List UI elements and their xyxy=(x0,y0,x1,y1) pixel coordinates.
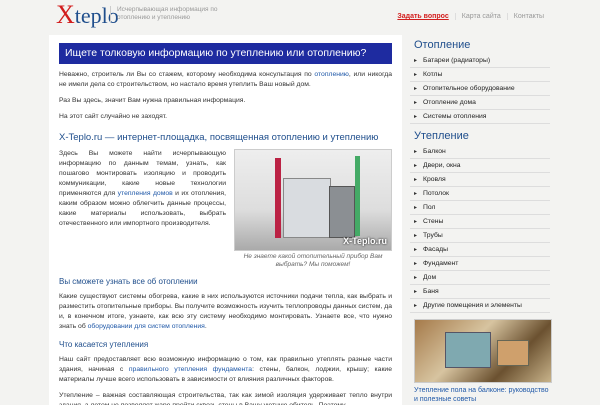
heating-menu-item[interactable]: ▸ Батареи (радиаторы) xyxy=(410,54,550,68)
arrow-right-icon: ▸ xyxy=(414,85,418,92)
arrow-right-icon: ▸ xyxy=(414,148,418,155)
arrow-right-icon: ▸ xyxy=(414,113,418,120)
boiler-photo[interactable]: X-Teplo.ru xyxy=(234,149,392,251)
arrow-right-icon: ▸ xyxy=(414,176,418,183)
insulation-menu-item-label: Двери, окна xyxy=(423,161,461,169)
promo-photo[interactable] xyxy=(414,319,552,383)
house-insulation-link[interactable]: утепления домов xyxy=(118,190,173,197)
heating-menu-item[interactable]: ▸ Отопительное оборудование xyxy=(410,82,550,96)
arrow-right-icon: ▸ xyxy=(414,99,418,106)
nav-sitemap[interactable]: Карта сайта xyxy=(454,13,507,20)
insulation-menu-item[interactable]: ▸ Кровля xyxy=(410,173,550,187)
heating-menu-item[interactable]: ▸ Системы отопления xyxy=(410,110,550,124)
heating-menu-item-label: Отопление дома xyxy=(423,98,476,106)
heating-menu-title: Отопление xyxy=(414,39,471,51)
insulation-menu-item[interactable]: ▸ Балкон xyxy=(410,145,550,159)
heating-menu-item-label: Батареи (радиаторы) xyxy=(423,56,491,64)
site-tagline: Исчерпывающая информация по отоплению и … xyxy=(110,6,237,22)
main-content: Ищете толковую информацию по утеплению и… xyxy=(49,35,402,405)
insulation-menu-item[interactable]: ▸ Баня xyxy=(410,285,550,299)
insulation-subheading: Что касается утепления xyxy=(59,340,149,349)
heating-menu: ▸ Батареи (радиаторы) ▸ Котлы ▸ Отопительное … xyxy=(410,54,550,124)
page-banner: Ищете толковую информацию по утеплению и… xyxy=(59,43,392,64)
arrow-right-icon: ▸ xyxy=(414,274,418,281)
insulation-menu-item-label: Баня xyxy=(423,287,439,295)
insulation-menu-item[interactable]: ▸ Фасады xyxy=(410,243,550,257)
arrow-right-icon: ▸ xyxy=(414,57,418,64)
split-section: Здесь Вы можете найти исчерпывающую инфо… xyxy=(59,149,392,269)
insulation-menu-item-label: Пол xyxy=(423,203,436,211)
insulation-menu-item[interactable]: ▸ Дом xyxy=(410,271,550,285)
insulation-menu-item[interactable]: ▸ Трубы xyxy=(410,229,550,243)
insulation-paragraph: Наш сайт предоставляет всю возможную инф… xyxy=(59,356,392,383)
insulation-menu-item-label: Фасады xyxy=(423,245,448,253)
heating-paragraph: Какие существуют системы обогрева, какие… xyxy=(59,293,392,330)
insulation-menu-item[interactable]: ▸ Потолок xyxy=(410,187,550,201)
nav-ask-question[interactable]: Задать вопрос xyxy=(391,13,454,20)
insulation-menu-item-label: Дом xyxy=(423,273,437,281)
intro-paragraph: Неважно, строитель ли Вы со стажем, кото… xyxy=(59,71,392,88)
paragraph-2: Раз Вы здесь, значит Вам нужна правильна… xyxy=(59,97,246,104)
insulation-menu-item[interactable]: ▸ Стены xyxy=(410,215,550,229)
photo-watermark: X-Teplo.ru xyxy=(343,236,387,246)
nav-contacts[interactable]: Контакты xyxy=(506,13,550,20)
insulation-menu-item-label: Стены xyxy=(423,217,444,225)
arrow-right-icon: ▸ xyxy=(414,71,418,78)
arrow-right-icon: ▸ xyxy=(414,302,418,309)
section-heading: X-Teplo.ru — интернет-площадка, посвящен… xyxy=(59,132,379,143)
insulation-menu: ▸ Балкон ▸ Двери, окна ▸ Кровля ▸ Потолок ▸ Пол ▸ С… xyxy=(410,145,550,313)
heating-menu-item-label: Котлы xyxy=(423,70,443,78)
arrow-right-icon: ▸ xyxy=(414,218,418,225)
split-text: Здесь Вы можете найти исчерпывающую инфо… xyxy=(59,150,226,227)
insulation-menu-item-label: Фундамент xyxy=(423,259,459,267)
paragraph-3: На этот сайт случайно не заходят. xyxy=(59,113,168,120)
figure-caption: Не знаете какой отопительный прибор Вам … xyxy=(243,253,383,268)
insulation-menu-item-label: Трубы xyxy=(423,231,443,239)
promo-link[interactable]: Утепление пола на балконе: руководство и… xyxy=(414,386,550,404)
insulation-menu-item-label: Потолок xyxy=(423,189,449,197)
heating-menu-item-label: Системы отопления xyxy=(423,112,487,120)
heating-menu-item-label: Отопительное оборудование xyxy=(423,84,515,92)
arrow-right-icon: ▸ xyxy=(414,260,418,267)
arrow-right-icon: ▸ xyxy=(414,162,418,169)
insulation-menu-item[interactable]: ▸ Фундамент xyxy=(410,257,550,271)
arrow-right-icon: ▸ xyxy=(414,246,418,253)
heating-subheading: Вы сможете узнать все об отоплении xyxy=(59,277,198,286)
heating-equipment-link[interactable]: оборудовании для систем отопления xyxy=(88,323,205,330)
insulation-menu-item-label: Другие помещения и элементы xyxy=(423,301,522,309)
arrow-right-icon: ▸ xyxy=(414,232,418,239)
top-nav: Задать вопрос Карта сайта Контакты xyxy=(391,13,550,20)
heating-link[interactable]: отоплению xyxy=(314,71,349,78)
foundation-insulation-link[interactable]: правильного утепления фундамента xyxy=(129,366,252,373)
insulation-menu-title: Утепление xyxy=(414,130,469,142)
heating-menu-item[interactable]: ▸ Котлы xyxy=(410,68,550,82)
insulation-menu-item[interactable]: ▸ Пол xyxy=(410,201,550,215)
site-header: Xteplo Исчерпывающая информация по отопл… xyxy=(0,0,600,30)
insulation-menu-item-label: Балкон xyxy=(423,147,446,155)
insulation-menu-item-label: Кровля xyxy=(423,175,446,183)
arrow-right-icon: ▸ xyxy=(414,204,418,211)
sidebar: Отопление ▸ Батареи (радиаторы) ▸ Котлы ▸ Ото… xyxy=(410,35,552,405)
insulation-menu-item[interactable]: ▸ Другие помещения и элементы xyxy=(410,299,550,313)
boiler-figure: X-Teplo.ru Не знаете какой отопительный … xyxy=(234,149,392,269)
insulation-paragraph-2: Утепление – важная составляющая строител… xyxy=(59,392,392,405)
insulation-menu-item[interactable]: ▸ Двери, окна xyxy=(410,159,550,173)
arrow-right-icon: ▸ xyxy=(414,288,418,295)
heating-menu-item[interactable]: ▸ Отопление дома xyxy=(410,96,550,110)
arrow-right-icon: ▸ xyxy=(414,190,418,197)
